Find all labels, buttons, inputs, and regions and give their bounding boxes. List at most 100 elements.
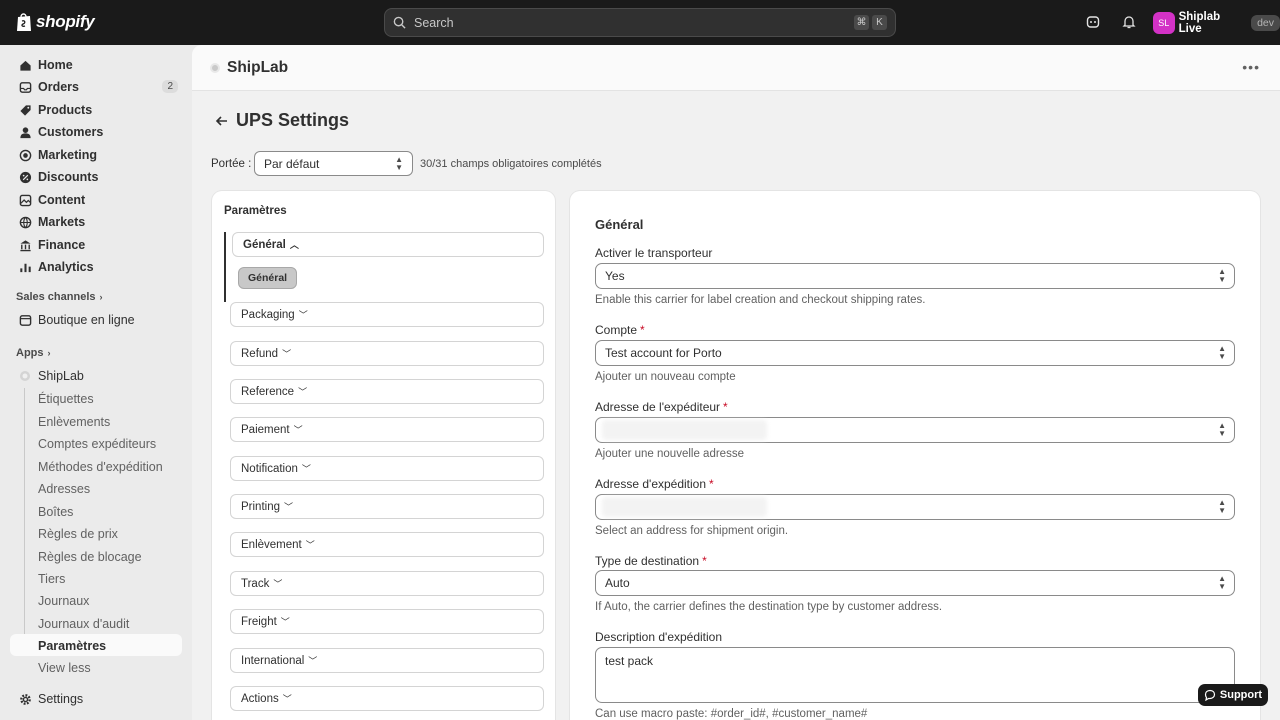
sidebar-item-discounts[interactable]: Discounts (10, 166, 182, 188)
submenu-item-shipper-accounts[interactable]: Comptes expéditeurs (38, 437, 156, 451)
page-title: UPS Settings (236, 110, 350, 130)
required-asterisk: * (702, 554, 707, 568)
scope-label: Portée : (211, 158, 252, 170)
sidebar-item-products[interactable]: Products (10, 99, 182, 121)
section-label: Reference (241, 385, 295, 398)
section-toggle-packaging[interactable]: Packaging ﹀ (230, 302, 544, 327)
sidebar: Home Orders 2 Products Customers Marketi… (0, 45, 192, 720)
support-button[interactable]: Support (1198, 684, 1268, 706)
section-label: Packaging (241, 308, 295, 321)
sidebar-item-label: Finance (38, 238, 86, 252)
submenu-item-settings[interactable]: Paramètres (38, 639, 106, 653)
submenu-item-logs[interactable]: Journaux (38, 594, 89, 608)
submenu-item-audit-logs[interactable]: Journaux d'audit (38, 617, 129, 631)
scope-value: Par défaut (264, 157, 320, 171)
section-toggle-printing[interactable]: Printing ﹀ (230, 494, 544, 519)
submenu-guide-line (24, 388, 25, 648)
submenu-item-shipping-methods[interactable]: Méthodes d'expédition (38, 460, 163, 474)
submenu-item-addresses[interactable]: Adresses (38, 482, 90, 496)
chevron-down-icon: ﹀ (298, 387, 308, 397)
select-updown-icon: ▲ ▼ (1218, 574, 1226, 591)
sales-channels-header[interactable]: Sales channels › (16, 291, 103, 303)
sidebar-item-content[interactable]: Content (10, 189, 182, 211)
sidekick-icon[interactable] (1084, 13, 1102, 31)
shopify-bag-icon (17, 13, 31, 31)
section-toggle-general[interactable]: Général ︿ (232, 232, 544, 257)
section-toggle-payment[interactable]: Paiement ﹀ (230, 417, 544, 442)
section-toggle-track[interactable]: Track ﹀ (230, 571, 544, 596)
sidebar-item-label: Discounts (38, 170, 99, 184)
shiplab-app-icon (210, 63, 220, 73)
sidebar-item-marketing[interactable]: Marketing (10, 144, 182, 166)
shopify-logo[interactable]: shopify (16, 12, 95, 32)
add-account-link[interactable]: Ajouter un nouveau compte (595, 371, 736, 383)
section-toggle-refund[interactable]: Refund ﹀ (230, 341, 544, 366)
sidebar-item-orders[interactable]: Orders 2 (10, 76, 182, 98)
add-address-link[interactable]: Ajouter une nouvelle adresse (595, 448, 744, 460)
select-updown-icon: ▲ ▼ (1218, 344, 1226, 361)
shipment-description-input[interactable]: test pack (595, 647, 1235, 703)
submenu-item-pickups[interactable]: Enlèvements (38, 415, 110, 429)
submenu-item-boxes[interactable]: Boîtes (38, 505, 73, 519)
account-select[interactable]: Test account for Porto ▲ ▼ (595, 340, 1235, 366)
apps-header[interactable]: Apps › (16, 347, 51, 359)
markets-icon (18, 215, 32, 229)
apps-label: Apps (16, 347, 44, 359)
sidebar-item-analytics[interactable]: Analytics (10, 256, 182, 278)
analytics-icon (18, 260, 32, 274)
sender-address-label: Adresse de l'expéditeur * (595, 400, 728, 414)
destination-type-help: If Auto, the carrier defines the destina… (595, 601, 943, 613)
section-toggle-actions[interactable]: Actions ﹀ (230, 686, 544, 711)
scope-select[interactable]: Par défaut ▲ ▼ (254, 151, 413, 176)
search-bar[interactable]: Search ⌘ K (384, 8, 896, 37)
chevron-down-icon: ﹀ (293, 425, 303, 435)
section-label: Freight (241, 615, 277, 628)
chevron-down-icon: ﹀ (308, 656, 318, 666)
sidebar-item-customers[interactable]: Customers (10, 121, 182, 143)
more-actions-icon[interactable]: ••• (1242, 59, 1260, 75)
submenu-item-labels[interactable]: Étiquettes (38, 392, 94, 406)
section-label: Printing (241, 500, 280, 513)
store-menu[interactable]: SL Shiplab Live dev (1153, 11, 1280, 35)
section-toggle-notification[interactable]: Notification ﹀ (230, 456, 544, 481)
shiplab-app-icon (18, 369, 32, 383)
section-toggle-freight[interactable]: Freight ﹀ (230, 609, 544, 634)
submenu-view-less[interactable]: View less (38, 661, 91, 675)
section-label: Général (243, 238, 286, 251)
sidebar-item-label: Boutique en ligne (38, 313, 135, 327)
marketing-icon (18, 148, 32, 162)
products-icon (18, 103, 32, 117)
shipping-address-select[interactable]: ▲ ▼ (595, 494, 1235, 520)
sidebar-item-shiplab[interactable]: ShipLab (10, 365, 182, 387)
submenu-item-block-rules[interactable]: Règles de blocage (38, 550, 142, 564)
enable-carrier-help: Enable this carrier for label creation a… (595, 294, 926, 306)
submenu-item-price-rules[interactable]: Règles de prix (38, 527, 118, 541)
store-name: Shiplab Live (1178, 11, 1221, 35)
logo-text: shopify (36, 12, 95, 31)
notifications-bell-icon[interactable] (1120, 13, 1138, 31)
sender-address-select[interactable]: ▲ ▼ (595, 417, 1235, 443)
gear-icon (18, 692, 32, 706)
subsection-chip-general[interactable]: Général (238, 267, 298, 289)
chevron-up-icon: ︿ (289, 240, 299, 250)
back-arrow-icon[interactable] (214, 113, 230, 129)
enable-carrier-select[interactable]: Yes ▲ ▼ (595, 263, 1235, 289)
sidebar-item-finance[interactable]: Finance (10, 234, 182, 256)
section-toggle-international[interactable]: International ﹀ (230, 648, 544, 673)
enable-carrier-value: Yes (605, 269, 625, 283)
account-value: Test account for Porto (605, 346, 722, 360)
section-label: Paiement (241, 423, 290, 436)
section-toggle-reference[interactable]: Reference ﹀ (230, 379, 544, 404)
sidebar-item-settings[interactable]: Settings (10, 688, 182, 710)
required-asterisk: * (723, 400, 728, 414)
sidebar-item-markets[interactable]: Markets (10, 211, 182, 233)
submenu-item-third-parties[interactable]: Tiers (38, 572, 65, 586)
section-toggle-pickup[interactable]: Enlèvement ﹀ (230, 532, 544, 557)
select-updown-icon: ▲ ▼ (1218, 498, 1226, 515)
chevron-down-icon: ﹀ (282, 349, 292, 359)
sidebar-item-home[interactable]: Home (10, 54, 182, 76)
sidebar-item-online-store[interactable]: Boutique en ligne (10, 309, 182, 331)
chevron-down-icon: ﹀ (273, 579, 283, 589)
destination-type-select[interactable]: Auto ▲ ▼ (595, 570, 1235, 596)
select-updown-icon: ▲ ▼ (395, 155, 403, 172)
